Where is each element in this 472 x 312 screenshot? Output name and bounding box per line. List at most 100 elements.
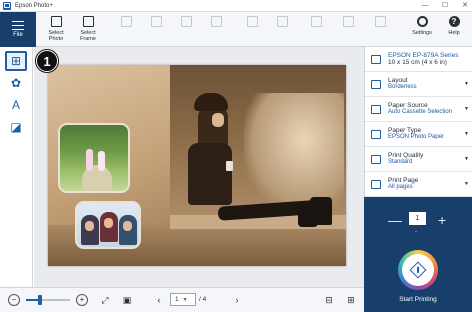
print-preview[interactable] bbox=[48, 65, 346, 266]
print-quality-setting[interactable]: Print Quality Standard ▼ bbox=[365, 147, 472, 172]
print-page-icon bbox=[371, 179, 381, 189]
paper-type-value: EPSON Photo Paper bbox=[388, 134, 445, 140]
flip-button[interactable] bbox=[200, 12, 232, 47]
paste-button[interactable] bbox=[266, 12, 298, 47]
zoom-out-button[interactable]: − bbox=[8, 294, 20, 306]
add-image-icon: ⊞ bbox=[10, 54, 22, 68]
start-printing-label: Start Printing bbox=[399, 296, 437, 303]
fit-button[interactable] bbox=[140, 12, 172, 47]
settings-button[interactable]: Settings bbox=[406, 12, 438, 47]
inset-photo-family[interactable] bbox=[75, 201, 141, 249]
face bbox=[104, 218, 113, 228]
zoom-slider[interactable] bbox=[26, 295, 70, 305]
gear-icon bbox=[416, 16, 428, 27]
minimize-button[interactable]: — bbox=[420, 1, 430, 11]
print-area: — 1 + - Start Printing bbox=[364, 197, 472, 312]
paper-type-setting[interactable]: Paper Type EPSON Photo Paper ▼ bbox=[365, 122, 472, 147]
delete-page-button[interactable]: ⊟ bbox=[322, 293, 336, 307]
print-quality-value: Standard bbox=[388, 159, 413, 165]
page-select[interactable]: 1 ▼ bbox=[170, 293, 196, 306]
window-controls: — ☐ ✕ bbox=[420, 1, 470, 11]
layer-back-icon bbox=[342, 16, 354, 27]
zoom-in-button[interactable]: + bbox=[76, 294, 88, 306]
chevron-down-icon: ▼ bbox=[182, 296, 188, 303]
next-page-button[interactable]: › bbox=[230, 293, 244, 307]
left-tool-strip: ⊞ ✿ A ◪ bbox=[0, 47, 33, 287]
paper-type-label: Paper Type bbox=[388, 126, 422, 134]
select-frame-icon bbox=[82, 16, 94, 27]
delete-button[interactable] bbox=[364, 12, 396, 47]
person-hat bbox=[194, 93, 228, 111]
background-icon: ◪ bbox=[10, 120, 22, 134]
printer-name: EPSON EP-879A Series bbox=[388, 51, 459, 59]
fit-screen-button[interactable]: ⤢ bbox=[98, 293, 112, 307]
chevron-right-icon: › bbox=[235, 295, 239, 305]
background-tool[interactable]: ◪ bbox=[5, 117, 27, 137]
file-label: File bbox=[13, 32, 23, 38]
layout-label: Layout bbox=[388, 76, 408, 84]
paper-size: 10 x 15 cm (4 x 6 in) bbox=[388, 59, 447, 66]
print-page-value: All pages bbox=[388, 184, 413, 190]
child-figure bbox=[98, 151, 105, 171]
copies-hint: - bbox=[415, 229, 417, 235]
start-printing-button[interactable] bbox=[398, 250, 438, 290]
prev-page-button[interactable]: ‹ bbox=[152, 293, 166, 307]
face bbox=[85, 221, 94, 231]
paper-source-icon bbox=[371, 104, 381, 114]
person-boot-right bbox=[310, 197, 332, 225]
copies-decrease-button[interactable]: — bbox=[388, 213, 402, 227]
crop-icon bbox=[120, 16, 132, 27]
page-number: 1 bbox=[175, 296, 179, 303]
print-page-setting[interactable]: Print Page All pages ▼ bbox=[365, 172, 472, 197]
layer-front-icon bbox=[310, 16, 322, 27]
paste-icon bbox=[276, 16, 288, 27]
file-menu-button[interactable]: File bbox=[0, 12, 36, 47]
print-page-label: Print Page bbox=[388, 176, 419, 184]
page-total: / 4 bbox=[199, 296, 207, 303]
select-photo-icon bbox=[50, 16, 62, 27]
copies-increase-button[interactable]: + bbox=[438, 213, 446, 227]
image-icon: ▣ bbox=[122, 294, 132, 305]
delete-page-icon: ⊟ bbox=[325, 294, 333, 305]
text-icon: A bbox=[11, 98, 20, 112]
inset-photo-park[interactable] bbox=[58, 123, 130, 193]
paper-source-setting[interactable]: Paper Source Auto Cassette Selection ▼ bbox=[365, 97, 472, 122]
rotate-button[interactable] bbox=[170, 12, 202, 47]
person-face bbox=[212, 113, 224, 127]
stamp-icon: ✿ bbox=[10, 76, 22, 90]
select-frame-button[interactable]: Select Frame bbox=[72, 12, 104, 47]
stamp-tool[interactable]: ✿ bbox=[5, 73, 27, 93]
add-image-tool[interactable]: ⊞ bbox=[5, 51, 27, 71]
printer-selector[interactable]: EPSON EP-879A Series 10 x 15 cm (4 x 6 i… bbox=[365, 47, 472, 72]
print-quality-icon bbox=[371, 154, 381, 164]
copy-button[interactable] bbox=[236, 12, 268, 47]
printer-icon bbox=[371, 54, 381, 64]
zoom-slider-thumb[interactable] bbox=[38, 295, 42, 305]
settings-label: Settings bbox=[412, 30, 432, 36]
paper-type-icon bbox=[371, 129, 381, 139]
send-back-button[interactable] bbox=[332, 12, 364, 47]
face bbox=[123, 221, 132, 231]
text-tool[interactable]: A bbox=[5, 95, 27, 115]
layout-value: Borderless bbox=[388, 84, 417, 90]
hamburger-icon bbox=[12, 21, 24, 30]
close-button[interactable]: ✕ bbox=[460, 1, 470, 11]
maximize-button[interactable]: ☐ bbox=[440, 1, 450, 11]
chevron-down-icon: ▼ bbox=[464, 156, 469, 162]
add-page-icon: ⊞ bbox=[347, 294, 355, 305]
crop-button[interactable] bbox=[110, 12, 142, 47]
help-button[interactable]: ? Help bbox=[438, 12, 470, 47]
toolbar: File Select Photo Select Frame Settings … bbox=[0, 12, 472, 47]
archway-light bbox=[244, 93, 344, 213]
select-photo-button[interactable]: Select Photo bbox=[40, 12, 72, 47]
paper-source-label: Paper Source bbox=[388, 101, 428, 109]
canvas-area[interactable] bbox=[34, 47, 364, 287]
rotate-icon bbox=[180, 16, 192, 27]
image-view-button[interactable]: ▣ bbox=[120, 293, 134, 307]
copies-input[interactable]: 1 bbox=[409, 212, 426, 225]
bring-front-button[interactable] bbox=[300, 12, 332, 47]
layout-icon bbox=[371, 79, 381, 89]
layout-setting[interactable]: Layout Borderless ▼ bbox=[365, 72, 472, 97]
add-page-button[interactable]: ⊞ bbox=[344, 293, 358, 307]
select-frame-label: Select Frame bbox=[80, 30, 96, 42]
